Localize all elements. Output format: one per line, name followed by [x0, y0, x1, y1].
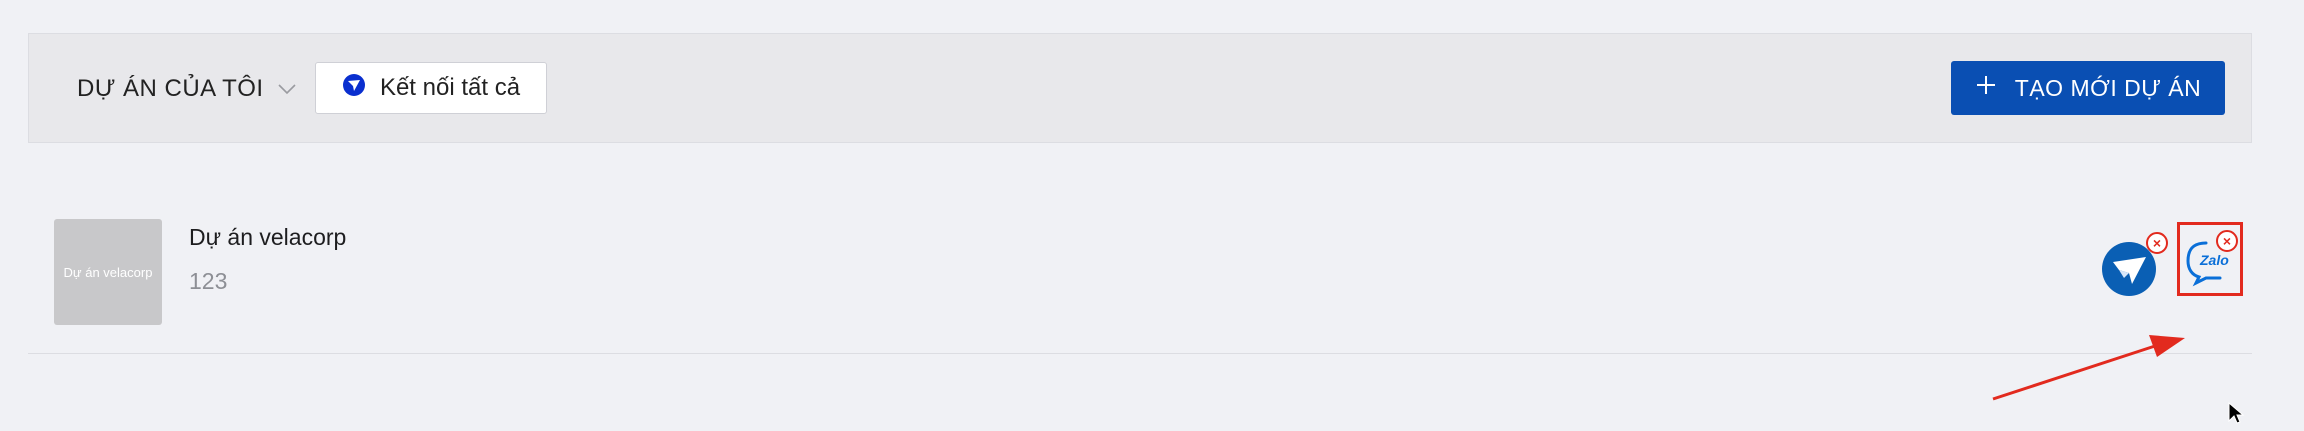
annotation-arrow-icon	[1985, 335, 2185, 410]
messenger-icon	[342, 73, 366, 104]
close-icon: ×	[2222, 233, 2232, 249]
create-project-label: TẠO MỚI DỰ ÁN	[2014, 74, 2202, 101]
my-projects-dropdown[interactable]: DỰ ÁN CỦA TÔI	[77, 70, 296, 108]
connect-all-button[interactable]: Kết nối tất cả	[315, 62, 547, 114]
zalo-channel-label: Zalo	[2200, 252, 2229, 268]
messenger-channel[interactable]: ×	[2102, 232, 2168, 296]
project-toolbar: DỰ ÁN CỦA TÔI Kết nối tất cả TẠO MỚI DỰ …	[28, 33, 2252, 143]
project-name[interactable]: Dự án velacorp	[189, 224, 346, 251]
project-thumbnail-text: Dự án velacorp	[63, 264, 153, 280]
close-icon: ×	[2152, 235, 2162, 251]
my-projects-label: DỰ ÁN CỦA TÔI	[77, 75, 264, 102]
project-description: 123	[189, 268, 228, 294]
project-thumbnail: Dự án velacorp	[54, 219, 162, 325]
create-project-button[interactable]: TẠO MỚI DỰ ÁN	[1951, 61, 2225, 115]
messenger-channel-icon	[2102, 242, 2156, 300]
connect-all-label: Kết nối tất cả	[379, 74, 521, 101]
chevron-down-icon	[278, 83, 296, 95]
remove-zalo-channel-button[interactable]: ×	[2216, 230, 2238, 252]
zalo-channel[interactable]: Zalo ×	[2177, 222, 2243, 296]
zalo-channel-icon: Zalo	[2180, 241, 2240, 297]
remove-messenger-channel-button[interactable]: ×	[2146, 232, 2168, 254]
mouse-cursor-icon	[2228, 401, 2248, 431]
project-row[interactable]: Dự án velacorp Dự án velacorp 123 × Zalo…	[28, 190, 2252, 354]
plus-icon	[1975, 74, 1997, 102]
